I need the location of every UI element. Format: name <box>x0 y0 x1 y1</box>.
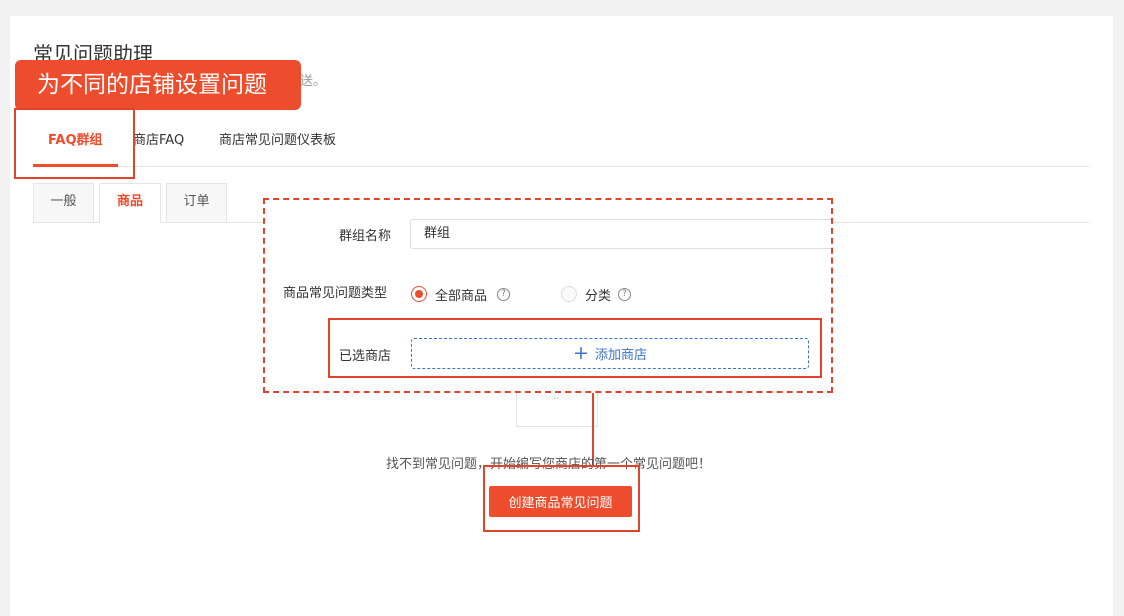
group-name-input[interactable]: 群组 <box>410 219 831 249</box>
annotation-callout: 为不同的店铺设置问题 <box>15 60 301 110</box>
group-name-label: 群组名称 <box>339 229 392 244</box>
subtab-products[interactable]: 商品 <box>99 183 161 223</box>
add-shop-button[interactable]: + 添加商店 <box>411 338 809 369</box>
add-shop-button-label: 添加商店 <box>594 348 647 363</box>
annotation-box-faq-group-tab <box>14 108 135 179</box>
radio-category[interactable] <box>561 286 577 302</box>
selected-shops-label: 已选商店 <box>339 349 392 364</box>
faq-type-label: 商品常见问题类型 <box>283 286 388 301</box>
radio-all-products[interactable] <box>411 286 427 302</box>
empty-state-illustration: ‥ <box>516 391 598 427</box>
create-product-faq-button[interactable]: 创建商品常见问题 <box>489 486 632 517</box>
subtab-orders[interactable]: 订单 <box>166 183 227 223</box>
radio-category-label[interactable]: 分类 <box>585 285 611 304</box>
radio-all-products-label[interactable]: 全部商品 <box>435 285 487 304</box>
page-subtitle: 送。 <box>300 74 327 89</box>
subtab-general[interactable]: 一般 <box>33 183 94 223</box>
question-circle-icon[interactable]: ? <box>618 288 631 301</box>
tab-shop-faq-dashboard[interactable]: 商店常见问题仪表板 <box>219 129 336 148</box>
plus-icon: + <box>573 342 589 364</box>
question-circle-icon[interactable]: ? <box>497 288 510 301</box>
main-tab-bar: FAQ群组 商店FAQ 商店常见问题仪表板 <box>33 116 1089 167</box>
tab-shop-faq[interactable]: 商店FAQ <box>133 129 184 148</box>
